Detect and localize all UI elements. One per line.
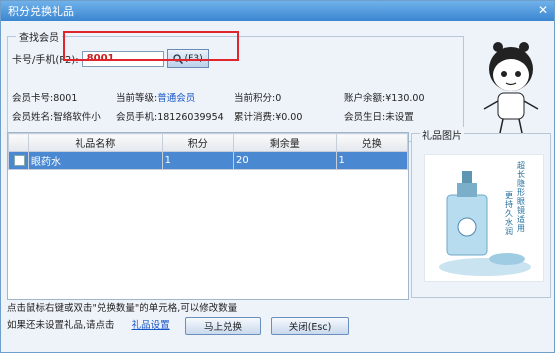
table-row[interactable]: 眼药水 1 20 1 (8, 151, 408, 170)
phone-field: 会员手机:18126039954 (116, 112, 224, 123)
gift-setup-link[interactable]: 礼品设置 (132, 320, 170, 331)
cell-remaining[interactable]: 20 (233, 151, 337, 170)
points-field: 当前积分:0 (234, 93, 282, 104)
modify-quantity-hint: 点击鼠标右键或双击"兑换数量"的单元格,可以修改数量 (7, 303, 238, 314)
title-bar: 积分兑换礼品 ✕ (1, 1, 554, 21)
row-checkbox[interactable] (13, 154, 25, 166)
setup-hint: 如果还未设置礼品,请点击 礼品设置 (7, 320, 170, 331)
name-field: 会员姓名:智络软件小 (12, 112, 101, 123)
cell-gift-name[interactable]: 眼药水 (28, 151, 163, 170)
product-vertical-text: 超长隐形眼镜适用 (517, 161, 525, 233)
cell-points[interactable]: 1 (161, 151, 235, 170)
cartoon-avatar (483, 42, 539, 134)
product-vertical-text-2: 更持久水润 (505, 191, 513, 236)
member-search-group: 查找会员 卡号/手机(F2): (F3) 会员卡号:8001 当前等级:普通会员… (7, 29, 464, 142)
exchange-window: 积分兑换礼品 ✕ 查找会员 卡号/手机(F2): (F3) 会员卡号:8001 … (0, 0, 555, 353)
window-title: 积分兑换礼品 (8, 5, 74, 18)
dialog-body: 查找会员 卡号/手机(F2): (F3) 会员卡号:8001 当前等级:普通会员… (1, 21, 554, 352)
cell-exchange-qty[interactable]: 1 (335, 151, 408, 170)
row-checkbox-cell[interactable] (8, 151, 29, 170)
gift-table: 礼品名称 积分 剩余量 兑换 眼药水 1 20 1 (7, 132, 409, 300)
gift-image-title: 礼品图片 (420, 127, 464, 142)
exchange-now-button[interactable]: 马上兑换 (185, 317, 261, 335)
product-image: 超长隐形眼镜适用 更持久水润 (424, 154, 544, 282)
column-header-points[interactable]: 积分 (161, 133, 235, 152)
balance-field: 账户余额:¥130.00 (344, 93, 425, 104)
card-number-field: 会员卡号:8001 (12, 93, 78, 104)
gift-image-group: 礼品图片 超长隐形眼镜适用 更持久水润 (411, 127, 551, 298)
group-title: 查找会员 (16, 29, 62, 44)
select-column-header (8, 133, 29, 152)
column-header-remaining[interactable]: 剩余量 (233, 133, 337, 152)
close-icon[interactable]: ✕ (536, 4, 550, 18)
level-field: 当前等级:普通会员 (116, 93, 196, 104)
table-header: 礼品名称 积分 剩余量 兑换 (8, 133, 408, 152)
close-button[interactable]: 关闭(Esc) (271, 317, 349, 335)
highlight-box (63, 31, 239, 61)
birthday-field: 会员生日:未设置 (344, 112, 414, 123)
spend-field: 累计消费:¥0.00 (234, 112, 303, 123)
column-header-name[interactable]: 礼品名称 (28, 133, 163, 152)
column-header-exchange[interactable]: 兑换 (335, 133, 408, 152)
